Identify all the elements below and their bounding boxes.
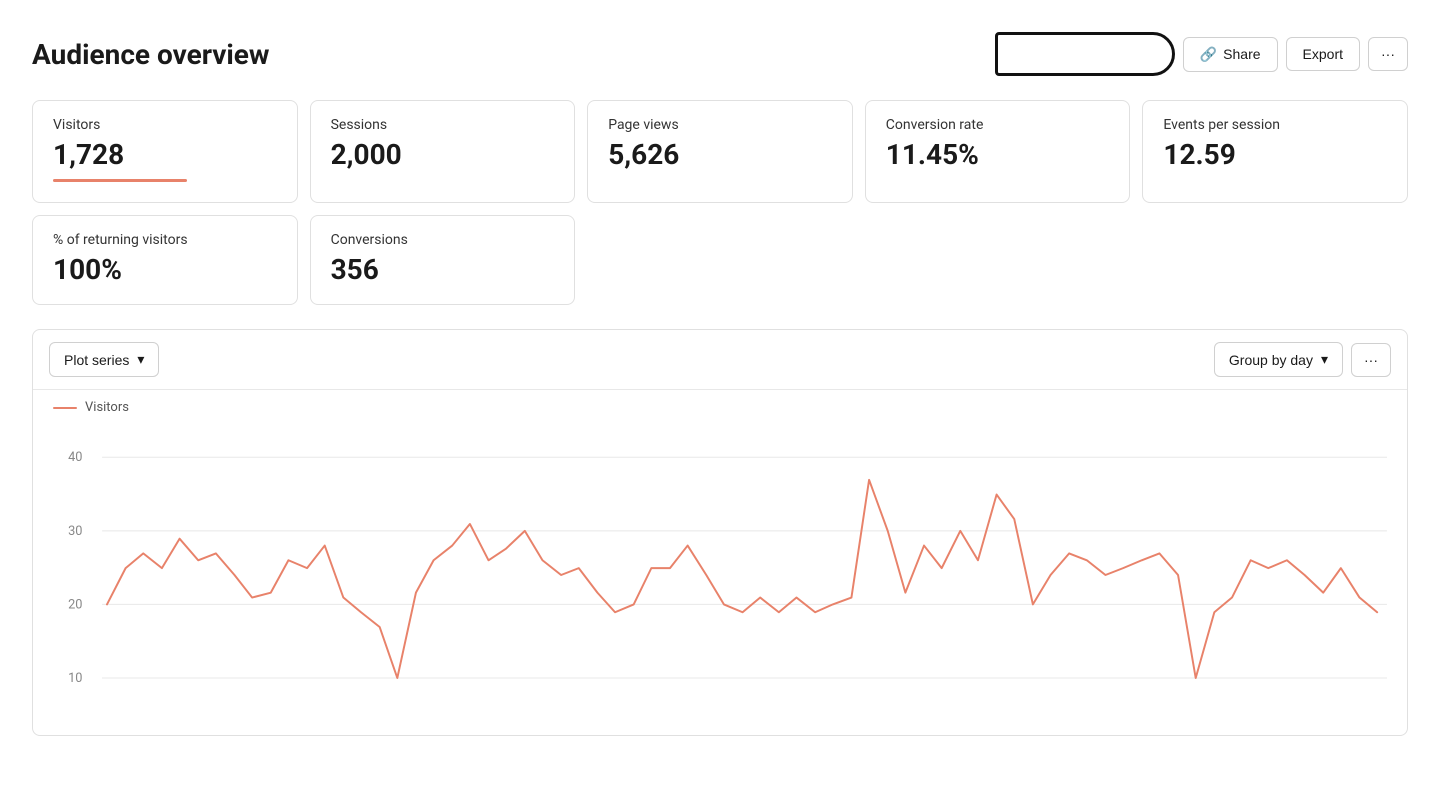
metric-events-per-session-value: 12.59 xyxy=(1163,141,1387,169)
chevron-down-icon: ▾ xyxy=(137,351,144,368)
metric-conversion-rate-value: 11.45% xyxy=(886,141,1110,169)
metric-conversion-rate: Conversion rate 11.45% xyxy=(865,100,1131,203)
visitors-chart: 40 30 20 10 xyxy=(53,421,1387,715)
metric-sessions-value: 2,000 xyxy=(331,141,555,169)
svg-text:40: 40 xyxy=(68,450,82,465)
legend-line-icon xyxy=(53,407,77,409)
page-header: Audience overview 🔗 Share Export ··· xyxy=(32,32,1408,76)
plot-series-button[interactable]: Plot series ▾ xyxy=(49,342,159,377)
legend-visitors-label: Visitors xyxy=(85,400,129,415)
chart-more-options-button[interactable]: ··· xyxy=(1351,343,1391,377)
metric-events-per-session-label: Events per session xyxy=(1163,117,1387,133)
metric-visitors: Visitors 1,728 xyxy=(32,100,298,203)
chart-right-controls: Group by day ▾ ··· xyxy=(1214,342,1391,377)
group-by-label: Group by day xyxy=(1229,352,1313,368)
metric-conversion-rate-label: Conversion rate xyxy=(886,117,1110,133)
chart-container: 40 30 20 10 xyxy=(33,421,1407,735)
chart-section: Plot series ▾ Group by day ▾ ··· Visitor… xyxy=(32,329,1408,736)
metric-events-per-session: Events per session 12.59 xyxy=(1142,100,1408,203)
metric-conversions-value: 356 xyxy=(331,256,555,284)
link-icon: 🔗 xyxy=(1200,46,1217,63)
metric-visitors-label: Visitors xyxy=(53,117,277,133)
metric-sessions-label: Sessions xyxy=(331,117,555,133)
page-title: Audience overview xyxy=(32,38,270,71)
metric-page-views-value: 5,626 xyxy=(608,141,832,169)
metric-sessions: Sessions 2,000 xyxy=(310,100,576,203)
header-actions: 🔗 Share Export ··· xyxy=(995,32,1408,76)
metrics-row-2: % of returning visitors 100% Conversions… xyxy=(32,215,1408,305)
metric-returning-visitors-label: % of returning visitors xyxy=(53,232,277,248)
metric-visitors-underline xyxy=(53,179,187,182)
svg-text:30: 30 xyxy=(68,524,82,539)
visitors-line xyxy=(107,480,1377,678)
group-by-button[interactable]: Group by day ▾ xyxy=(1214,342,1343,377)
metric-conversions: Conversions 356 xyxy=(310,215,576,305)
export-button[interactable]: Export xyxy=(1286,37,1360,71)
svg-text:20: 20 xyxy=(68,597,82,612)
chart-toolbar: Plot series ▾ Group by day ▾ ··· xyxy=(33,330,1407,390)
metric-returning-visitors-value: 100% xyxy=(53,256,277,284)
more-options-button[interactable]: ··· xyxy=(1368,37,1408,71)
svg-text:10: 10 xyxy=(68,671,82,686)
metric-page-views-label: Page views xyxy=(608,117,832,133)
share-button[interactable]: 🔗 Share xyxy=(1183,37,1278,72)
metric-page-views: Page views 5,626 xyxy=(587,100,853,203)
metric-conversions-label: Conversions xyxy=(331,232,555,248)
plot-series-label: Plot series xyxy=(64,352,129,368)
chevron-down-icon-group: ▾ xyxy=(1321,351,1328,368)
tag-shape-decoration xyxy=(995,32,1175,76)
metric-visitors-value: 1,728 xyxy=(53,141,277,169)
metrics-row-1: Visitors 1,728 Sessions 2,000 Page views… xyxy=(32,100,1408,203)
metric-returning-visitors: % of returning visitors 100% xyxy=(32,215,298,305)
chart-legend: Visitors xyxy=(33,390,1407,421)
